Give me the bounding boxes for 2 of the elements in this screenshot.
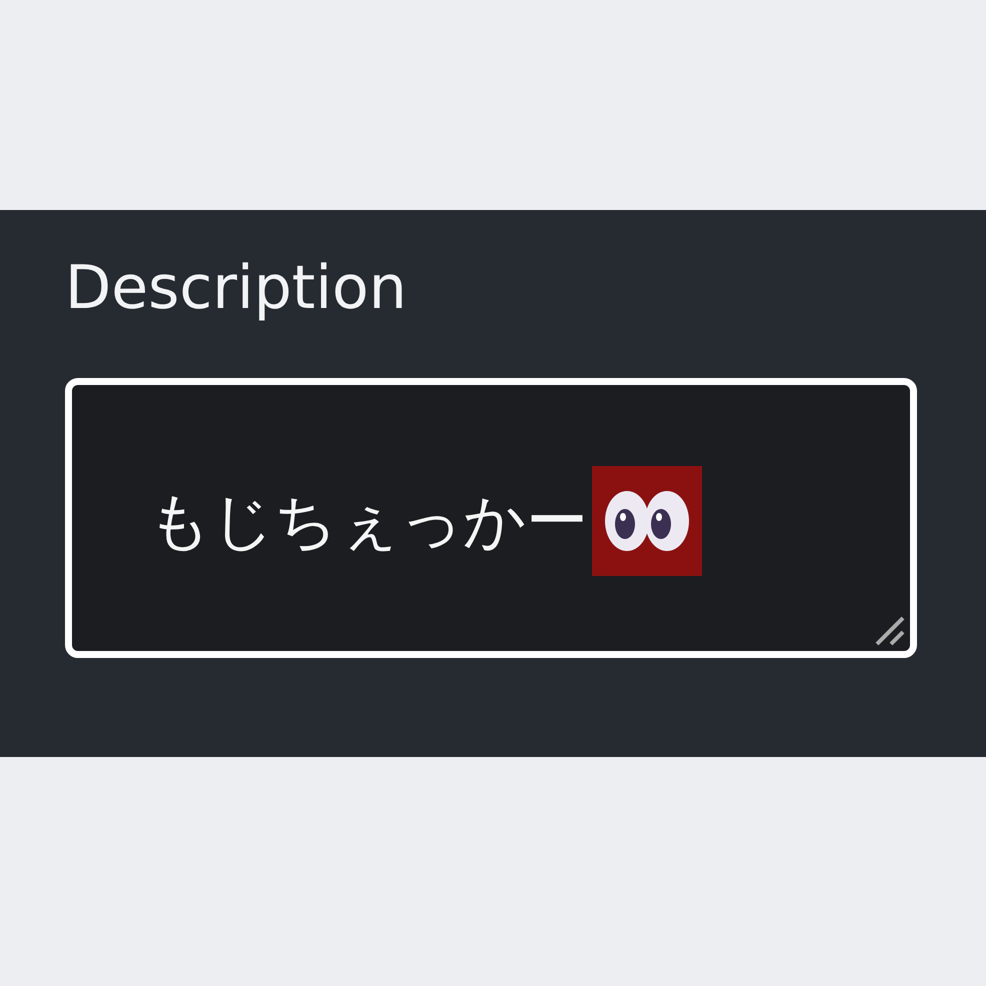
text-area[interactable]: もじちぇっかー: [65, 378, 917, 658]
field-label: Description: [65, 252, 407, 324]
